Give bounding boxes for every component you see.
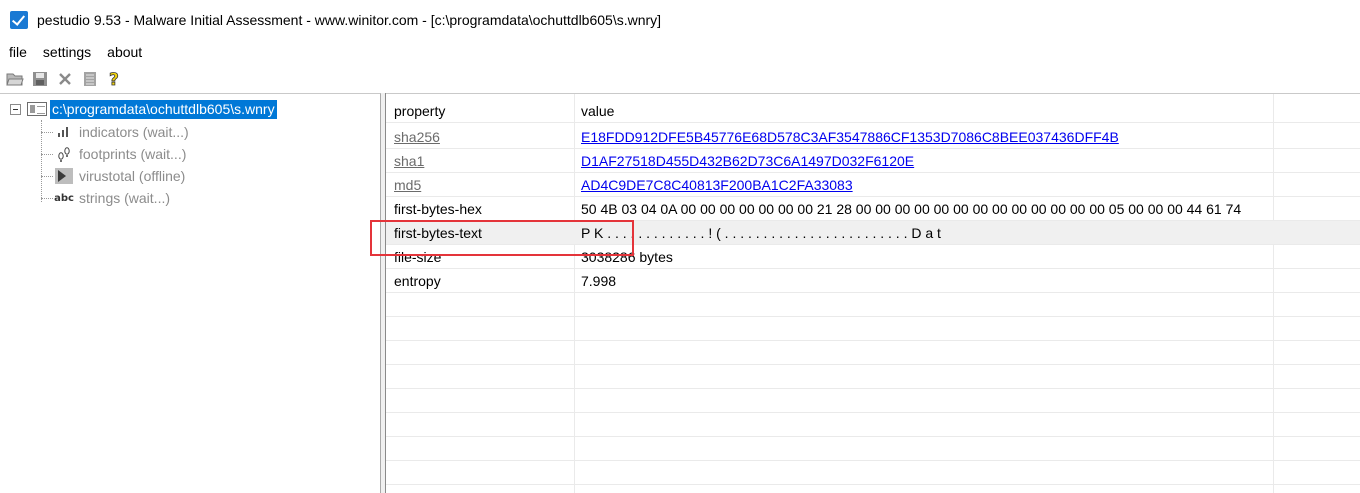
menu-about[interactable]: about [107, 44, 142, 60]
property-sha256[interactable]: sha256 [394, 129, 440, 145]
menu-file[interactable]: file [9, 44, 27, 60]
value-first-bytes-text: P K . . . . . . . . . . . . . ! ( . . . … [581, 225, 941, 241]
tree-pane: c:\programdata\ochuttdlb605\s.wnry indic… [0, 93, 381, 493]
pestudio-app-icon [10, 11, 28, 29]
property-first-bytes-hex: first-bytes-hex [394, 201, 482, 217]
menu-settings[interactable]: settings [43, 44, 91, 60]
value-first-bytes-hex: 50 4B 03 04 0A 00 00 00 00 00 00 00 21 2… [581, 201, 1242, 217]
bar-chart-icon [53, 124, 75, 140]
tree-item-label: strings (wait...) [79, 190, 171, 206]
properties-pane: property value sha256 E18FDD912DFE5B4577… [386, 93, 1360, 493]
value-sha1[interactable]: D1AF27518D455D432B62D73C6A1497D032F6120E [581, 153, 914, 169]
empty-row [386, 437, 1360, 461]
value-md5[interactable]: AD4C9DE7C8C40813F200BA1C2FA33083 [581, 177, 853, 193]
tree-item-strings[interactable]: abc strings (wait...) [41, 187, 170, 209]
window-title: pestudio 9.53 - Malware Initial Assessme… [37, 12, 662, 28]
tree-item-indicators[interactable]: indicators (wait...) [41, 121, 189, 143]
menu-bar: file settings about [0, 40, 1360, 64]
table-row[interactable]: sha256 E18FDD912DFE5B45776E68D578C3AF354… [386, 125, 1360, 149]
tree-root-label[interactable]: c:\programdata\ochuttdlb605\s.wnry [50, 99, 277, 119]
property-entropy: entropy [394, 273, 441, 289]
empty-row [386, 413, 1360, 437]
empty-row [386, 317, 1360, 341]
empty-row [386, 461, 1360, 485]
table-row[interactable]: md5 AD4C9DE7C8C40813F200BA1C2FA33083 [386, 173, 1360, 197]
empty-row [386, 341, 1360, 365]
table-row[interactable]: first-bytes-hex 50 4B 03 04 0A 00 00 00 … [386, 197, 1360, 221]
table-row[interactable]: sha1 D1AF27518D455D432B62D73C6A1497D032F… [386, 149, 1360, 173]
virustotal-icon [53, 168, 75, 184]
empty-row [386, 365, 1360, 389]
column-header-value[interactable]: value [581, 103, 614, 119]
abc-icon: abc [54, 192, 74, 204]
tree-item-label: virustotal (offline) [79, 168, 186, 184]
help-icon[interactable]: ? [104, 68, 126, 90]
column-header-property[interactable]: property [394, 103, 445, 119]
footprints-icon [53, 146, 75, 162]
table-header: property value [386, 99, 1360, 123]
title-bar: pestudio 9.53 - Malware Initial Assessme… [0, 0, 1360, 40]
value-entropy: 7.998 [581, 273, 617, 289]
empty-row [386, 293, 1360, 317]
tree-item-footprints[interactable]: footprints (wait...) [41, 143, 186, 165]
collapse-toggle-icon[interactable] [10, 103, 21, 115]
tree-item-virustotal[interactable]: virustotal (offline) [41, 165, 185, 187]
save-icon[interactable] [29, 68, 51, 90]
tree-item-label: indicators (wait...) [79, 124, 189, 140]
close-icon[interactable] [54, 68, 76, 90]
tree-item-label: footprints (wait...) [79, 146, 187, 162]
value-sha256[interactable]: E18FDD912DFE5B45776E68D578C3AF3547886CF1… [581, 129, 1119, 145]
toolbar: ? [0, 66, 1360, 92]
highlight-annotation-box [370, 220, 634, 256]
svg-text:?: ? [109, 70, 119, 88]
tree-root[interactable]: c:\programdata\ochuttdlb605\s.wnry [10, 99, 277, 119]
empty-row [386, 389, 1360, 413]
executable-file-icon [27, 102, 47, 116]
table-row[interactable]: entropy 7.998 [386, 269, 1360, 293]
property-sha1[interactable]: sha1 [394, 153, 424, 169]
property-md5[interactable]: md5 [394, 177, 421, 193]
open-folder-icon[interactable] [4, 68, 26, 90]
document-icon[interactable] [79, 68, 101, 90]
